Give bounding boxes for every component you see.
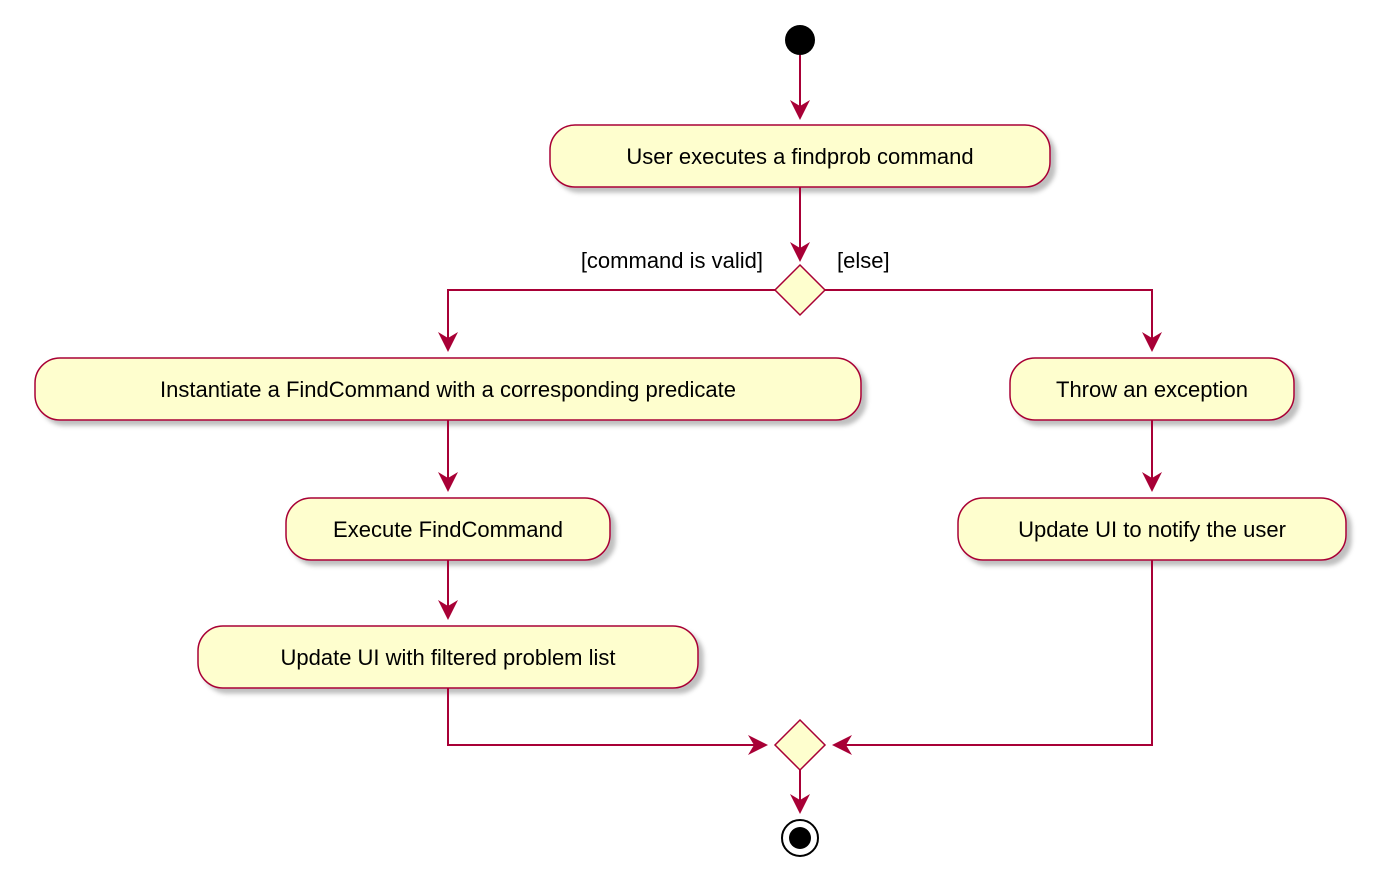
guard-label-else: [else] (837, 248, 890, 273)
activity-diagram: User executes a findprob command [comman… (0, 0, 1389, 870)
initial-node-icon (785, 25, 815, 55)
activity-label: Update UI to notify the user (1018, 517, 1286, 542)
merge-diamond-icon (775, 720, 825, 770)
final-node-inner-icon (789, 827, 811, 849)
activity-label: User executes a findprob command (626, 144, 973, 169)
activity-label: Instantiate a FindCommand with a corresp… (160, 377, 736, 402)
flow-arrow (448, 688, 766, 745)
decision-diamond-icon (775, 265, 825, 315)
flow-arrow (825, 290, 1152, 350)
flow-arrow (834, 560, 1152, 745)
activity-label: Update UI with filtered problem list (280, 645, 615, 670)
activity-label: Throw an exception (1056, 377, 1248, 402)
activity-label: Execute FindCommand (333, 517, 563, 542)
guard-label-valid: [command is valid] (581, 248, 763, 273)
flow-arrow (448, 290, 775, 350)
